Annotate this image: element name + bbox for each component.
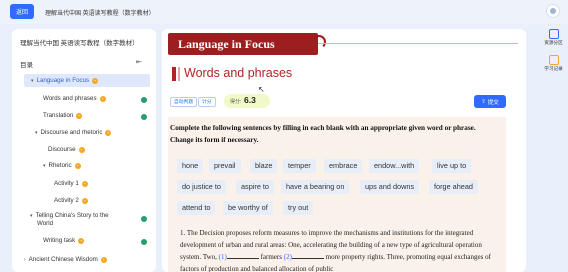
word-chip[interactable]: forge ahead <box>429 180 478 194</box>
section-marker-light <box>178 67 180 81</box>
toc-item-label: Ancient Chinese Wisdom <box>28 256 98 263</box>
pending-badge-icon: + <box>78 237 85 244</box>
exercise-instruction: Complete the following sentences by fill… <box>170 124 476 144</box>
word-chip[interactable]: attend to <box>177 201 216 215</box>
study-record-button[interactable]: 学习记录 <box>539 55 568 72</box>
toc-item-label: World <box>37 220 54 227</box>
section-marker <box>172 67 176 81</box>
pending-badge-icon: + <box>78 146 85 153</box>
blank-input[interactable] <box>291 252 324 259</box>
word-chip[interactable]: embrace <box>324 159 363 173</box>
score-label: 得分: <box>230 99 242 105</box>
blank-number: (2) <box>283 253 292 261</box>
word-chip[interactable]: hone <box>177 159 204 173</box>
pending-badge-icon: + <box>81 180 88 187</box>
avatar-icon <box>550 8 556 14</box>
word-chip[interactable]: ups and downs <box>360 180 420 194</box>
toc-item-discourse[interactable]: Discourse + <box>48 146 85 153</box>
toc-item-rhetoric[interactable]: ▾ Rhetoric + <box>43 162 81 169</box>
toc-sidebar: 理解当代中国 英语读写教程（数字教材） 目录 ⇤ ▾ Language in F… <box>12 29 156 272</box>
top-bar: 返回 理解当代中国 英语读写教程（数字教材） <box>0 0 568 24</box>
word-chip[interactable]: do justice to <box>177 180 226 194</box>
section-title: Words and phrases <box>184 66 293 80</box>
toc-item-label: Language in Focus <box>36 77 90 84</box>
pending-badge-icon: + <box>81 197 88 204</box>
pending-badge-icon: + <box>92 77 99 84</box>
toc-item-ancient-chinese-wisdom[interactable]: › Ancient Chinese Wisdom + <box>24 256 107 263</box>
submit-button[interactable]: ⇪ 提交 <box>474 95 506 108</box>
banner: Language in Focus <box>168 33 318 55</box>
toc-item-label: Rhetoric <box>48 162 72 169</box>
pending-badge-icon: + <box>105 129 112 136</box>
pending-badge-icon: + <box>76 112 83 119</box>
toc-item-label: Discourse <box>48 146 76 153</box>
pending-badge-icon: + <box>99 95 106 102</box>
resource-zone-button[interactable]: 资源分区 <box>539 29 568 46</box>
toc-item-telling-chinas-story-line2[interactable]: World <box>37 220 53 227</box>
toc-item-label: Activity 1 <box>54 180 79 187</box>
blank-number: (1) <box>218 253 227 261</box>
word-chip[interactable]: temper <box>283 159 316 173</box>
toc-item-language-in-focus[interactable]: ▾ Language in Focus + <box>24 74 150 87</box>
auto-grade-tag: 自动判题 <box>170 97 198 107</box>
toc-item-telling-chinas-story[interactable]: ▾ Telling China's Story to the <box>30 212 109 219</box>
toc-item-writing-task[interactable]: Writing task + <box>43 237 85 244</box>
toc-item-activity-1[interactable]: Activity 1 + <box>54 180 88 187</box>
completed-check-icon <box>141 114 147 120</box>
rail-label: 资源分区 <box>544 40 563 45</box>
record-icon <box>548 55 559 65</box>
blank-input[interactable] <box>226 252 259 259</box>
caret-right-icon[interactable]: › <box>24 257 26 263</box>
word-chip[interactable]: aspire to <box>236 180 274 194</box>
toc-item-label: Activity 2 <box>54 197 79 204</box>
completed-check-icon <box>141 216 147 222</box>
toc-item-label: Words and phrases <box>43 95 97 102</box>
word-chip[interactable]: blaze <box>250 159 278 173</box>
caret-down-icon[interactable]: ▾ <box>30 213 33 219</box>
banner-title: Language in Focus <box>178 37 275 51</box>
user-avatar[interactable] <box>546 4 560 18</box>
rail-label: 学习记录 <box>544 66 563 71</box>
book-title: 理解当代中国 英语读写教程（数字教材） <box>20 40 139 47</box>
resource-icon <box>548 29 559 39</box>
toc-item-label: Telling China's Story to the <box>35 212 109 219</box>
caret-down-icon[interactable]: ▾ <box>43 163 46 169</box>
question-text: farmers <box>260 253 282 261</box>
question-paragraph: 1. The Decision proposes reform measures… <box>180 227 502 272</box>
word-chip[interactable]: have a bearing on <box>281 180 350 194</box>
pending-badge-icon: + <box>74 162 81 169</box>
scoring-tag: 计分 <box>198 97 216 107</box>
word-chip[interactable]: prevail <box>209 159 241 173</box>
toc-item-label: Translation <box>43 112 74 119</box>
toc-item-label: Writing task <box>43 237 76 244</box>
caret-down-icon[interactable]: ▾ <box>35 130 38 136</box>
app-title: 理解当代中国 英语读写教程（数字教材） <box>45 11 155 17</box>
toc-item-label: Discourse and rhetoric <box>40 129 103 136</box>
word-chip[interactable]: endow...with <box>369 159 420 173</box>
toc-item-activity-2[interactable]: Activity 2 + <box>54 197 88 204</box>
right-rail: 资源分区 学习记录 <box>539 29 568 272</box>
toc-item-words-and-phrases[interactable]: Words and phrases + <box>43 95 106 102</box>
toc-label: 目录 <box>20 62 33 69</box>
submit-label: 提交 <box>487 99 499 106</box>
toc-item-discourse-and-rhetoric[interactable]: ▾ Discourse and rhetoric + <box>35 129 112 136</box>
toc-item-translation[interactable]: Translation + <box>43 112 83 119</box>
score-value: 6.3 <box>244 95 256 105</box>
caret-down-icon[interactable]: ▾ <box>31 78 34 84</box>
word-chip[interactable]: live up to <box>432 159 472 173</box>
word-chip[interactable]: try out <box>283 201 314 215</box>
completed-check-icon <box>141 97 147 103</box>
pending-badge-icon: + <box>100 256 107 263</box>
banner-divider <box>318 43 518 44</box>
back-button[interactable]: 返回 <box>10 4 34 19</box>
mouse-cursor-icon: ↖ <box>258 85 265 94</box>
collapse-toc-icon[interactable]: ⇤ <box>136 58 142 66</box>
upload-icon: ⇪ <box>481 98 486 105</box>
cloud-ornament-icon <box>312 35 326 49</box>
word-chip[interactable]: be worthy of <box>223 201 273 215</box>
completed-check-icon <box>141 239 147 245</box>
